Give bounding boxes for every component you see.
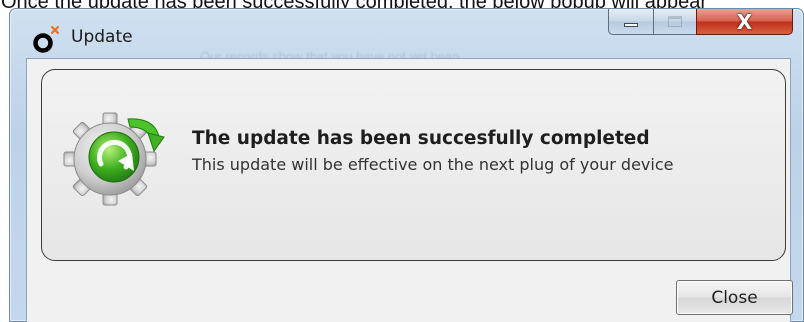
dialog-detail-text: This update will be effective on the nex…: [192, 155, 674, 174]
update-window: Update Our records show that you have no…: [9, 8, 804, 322]
window-close-button[interactable]: X: [696, 9, 793, 35]
caption-buttons: X: [608, 9, 793, 36]
close-button[interactable]: Close: [676, 280, 793, 315]
app-logo-icon: [33, 26, 59, 53]
maximize-button[interactable]: [653, 9, 697, 35]
close-icon: X: [736, 9, 753, 34]
maximize-icon: [668, 16, 682, 27]
message-panel: The update has been succesfully complete…: [41, 69, 786, 261]
minimize-icon: [624, 22, 638, 27]
window-title: Update: [71, 27, 133, 47]
minimize-button[interactable]: [608, 9, 654, 35]
dialog-body: The update has been succesfully complete…: [26, 58, 793, 322]
dialog-headline: The update has been succesfully complete…: [192, 128, 650, 149]
update-gear-icon: [63, 112, 165, 206]
title-bar[interactable]: Update Our records show that you have no…: [10, 9, 803, 59]
